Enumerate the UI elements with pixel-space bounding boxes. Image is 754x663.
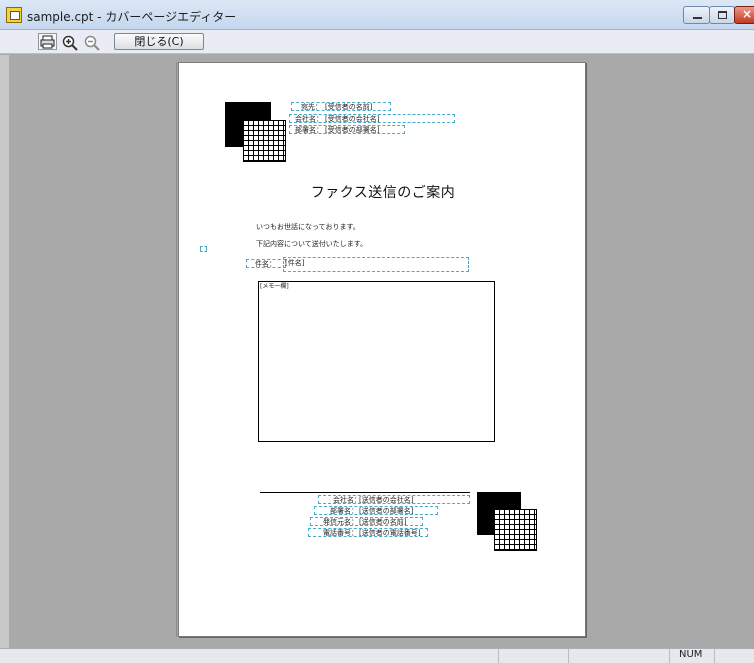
status-pane-2 bbox=[568, 649, 569, 663]
header-field-department-value: [受信者の部署名] bbox=[325, 126, 380, 134]
subject-value: [件名] bbox=[285, 259, 305, 267]
status-bar: NUM bbox=[0, 648, 754, 663]
footer-field-sender-value: [送信者の名前] bbox=[359, 518, 407, 526]
header-field-company-value: [受信者の会社名] bbox=[325, 115, 380, 123]
empty-field-marker[interactable] bbox=[200, 246, 207, 252]
footer-field-company-value: [送信者の会社名] bbox=[359, 496, 414, 504]
app-icon bbox=[6, 7, 22, 23]
status-pane-4 bbox=[714, 649, 715, 663]
toolbar: 閉じる(C) bbox=[0, 30, 754, 54]
left-margin-strip bbox=[0, 55, 9, 648]
header-field-to-label: 宛先： bbox=[301, 103, 322, 111]
footer-field-department-label: 部署名： bbox=[330, 507, 358, 515]
maximize-icon bbox=[718, 11, 727, 19]
footer-field-phone-value: [送信者の電話番号] bbox=[359, 529, 421, 537]
page-shadow-line bbox=[176, 62, 177, 637]
memo-label: [メモ一欄] bbox=[260, 283, 289, 290]
cover-page[interactable]: 宛先： [受信者の名前] 会社名： [受信者の会社名] 部署名： [受信者の部署… bbox=[178, 62, 586, 637]
close-icon: × bbox=[742, 7, 753, 21]
header-field-company-label: 会社名： bbox=[295, 115, 323, 123]
zoom-out-icon bbox=[84, 35, 100, 51]
header-field-department-label: 部署名： bbox=[295, 126, 323, 134]
window-title: sample.cpt - カバーページエディター bbox=[27, 10, 237, 24]
greeting-text[interactable]: いつもお世話になっております。 bbox=[256, 222, 360, 232]
close-window-button[interactable]: × bbox=[734, 6, 754, 24]
subject-label: 件名： bbox=[255, 260, 276, 268]
footer-field-department-value: [送信者の部署名] bbox=[359, 507, 414, 515]
zoom-in-icon bbox=[62, 35, 78, 51]
printer-icon bbox=[40, 35, 55, 49]
status-pane-3 bbox=[669, 649, 670, 663]
minimize-icon bbox=[693, 17, 702, 19]
subject-field[interactable] bbox=[283, 257, 469, 272]
maximize-button[interactable] bbox=[709, 6, 735, 24]
footer-rule bbox=[260, 492, 470, 493]
footer-field-sender-label: 発信元名： bbox=[323, 518, 358, 526]
footer-field-company-label: 会社名： bbox=[333, 496, 361, 504]
num-lock-indicator: NUM bbox=[679, 649, 703, 660]
memo-box[interactable] bbox=[258, 281, 495, 442]
status-pane-1 bbox=[498, 649, 499, 663]
footer-logo-grid-square[interactable] bbox=[494, 509, 537, 551]
logo-grid-square[interactable] bbox=[243, 120, 286, 162]
close-button[interactable]: 閉じる(C) bbox=[114, 33, 204, 50]
intro-text[interactable]: 下記内容について送付いたします。 bbox=[256, 239, 367, 249]
zoom-out-button[interactable] bbox=[82, 33, 101, 51]
print-button[interactable] bbox=[38, 33, 57, 50]
document-title[interactable]: ファクス送信のご案内 bbox=[179, 182, 587, 202]
footer-field-phone-label: 電話番号： bbox=[323, 529, 358, 537]
minimize-button[interactable] bbox=[683, 6, 710, 24]
header-field-to-value: [受信者の名前] bbox=[325, 103, 373, 111]
title-bar: sample.cpt - カバーページエディター × bbox=[0, 0, 754, 30]
zoom-in-button[interactable] bbox=[60, 33, 79, 51]
